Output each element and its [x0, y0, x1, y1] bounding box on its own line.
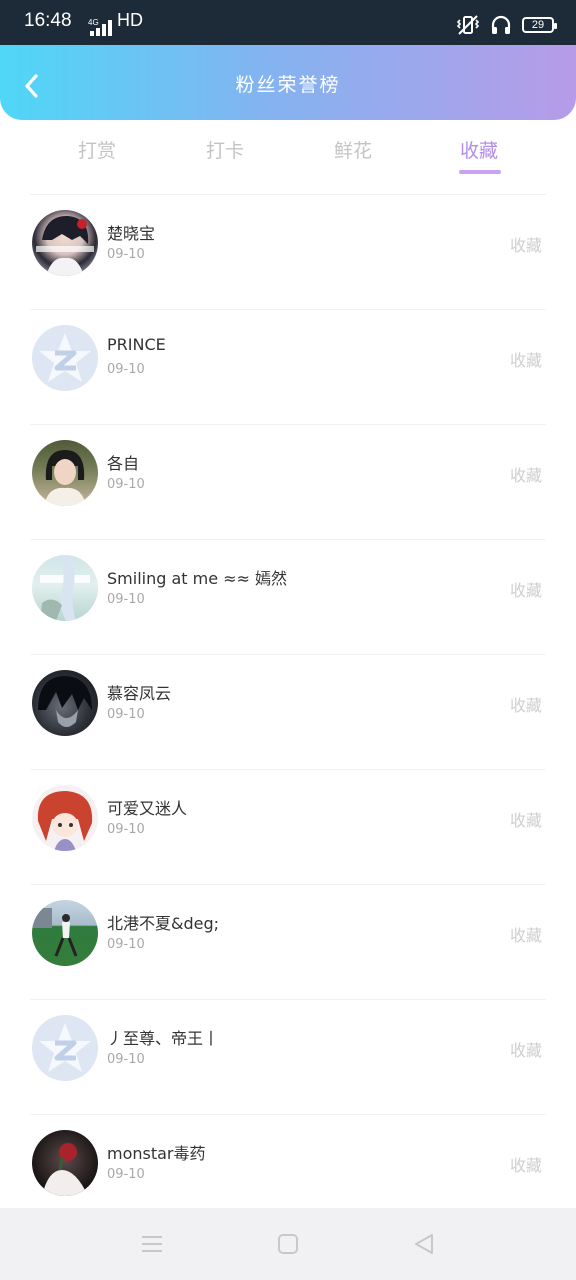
- action-label[interactable]: 收藏: [510, 232, 542, 256]
- vibrate-icon: [456, 15, 480, 35]
- date: 09-10: [107, 822, 145, 837]
- active-tab-indicator: [459, 170, 501, 174]
- avatar: [32, 670, 98, 736]
- list-item[interactable]: PRINCE 09-10 收藏: [0, 310, 576, 425]
- back-icon[interactable]: [411, 1232, 437, 1256]
- date: 09-10: [107, 937, 145, 952]
- avatar: [32, 440, 98, 506]
- menu-icon[interactable]: [139, 1232, 165, 1256]
- list-item[interactable]: 可爱又迷人 09-10 收藏: [0, 770, 576, 885]
- hd-indicator: HD: [117, 10, 143, 30]
- date: 09-10: [107, 1052, 145, 1067]
- action-label[interactable]: 收藏: [510, 577, 542, 601]
- avatar: [32, 210, 98, 276]
- action-label[interactable]: 收藏: [510, 807, 542, 831]
- battery-icon: 29: [522, 17, 557, 33]
- signal-icon: [90, 20, 116, 36]
- action-label[interactable]: 收藏: [510, 462, 542, 486]
- page-title: 粉丝荣誉榜: [235, 74, 341, 96]
- tab-reward[interactable]: 打赏: [78, 136, 116, 163]
- user-name: 北港不夏&deg;: [107, 914, 220, 933]
- date: 09-10: [107, 477, 145, 492]
- action-label[interactable]: 收藏: [510, 692, 542, 716]
- date: 09-10: [107, 707, 145, 722]
- list-item[interactable]: 慕容凤云 09-10 收藏: [0, 655, 576, 770]
- date: 09-10: [107, 1167, 145, 1182]
- avatar: [32, 1130, 98, 1196]
- date: 09-10: [107, 592, 145, 607]
- user-name: 丿至尊、帝王丨: [107, 1029, 220, 1048]
- avatar: [32, 555, 98, 621]
- fan-list: 楚晓宝 09-10 收藏 PRINCE 09-10 收藏 各自 09-10 收藏: [0, 195, 576, 1230]
- home-icon[interactable]: [275, 1232, 301, 1256]
- date: 09-10: [107, 247, 145, 262]
- action-label[interactable]: 收藏: [510, 347, 542, 371]
- action-label[interactable]: 收藏: [510, 1037, 542, 1061]
- headphones-icon: [491, 15, 511, 34]
- user-name: 楚晓宝: [107, 224, 156, 243]
- user-name: 慕容凤云: [107, 684, 172, 703]
- action-label[interactable]: 收藏: [510, 1152, 542, 1176]
- default-avatar-icon: [32, 1015, 98, 1081]
- list-item[interactable]: 丿至尊、帝王丨 09-10 收藏: [0, 1000, 576, 1115]
- list-item[interactable]: 楚晓宝 09-10 收藏: [0, 195, 576, 310]
- list-item[interactable]: 各自 09-10 收藏: [0, 425, 576, 540]
- tab-favorites[interactable]: 收藏: [460, 136, 498, 163]
- avatar: [32, 900, 98, 966]
- user-name: monstar毒药: [107, 1144, 206, 1163]
- status-time: 16:48: [24, 10, 72, 31]
- avatar: [32, 785, 98, 851]
- list-item[interactable]: 北港不夏&deg; 09-10 收藏: [0, 885, 576, 1000]
- date: 09-10: [107, 362, 145, 377]
- system-nav-bar: [0, 1208, 576, 1280]
- user-name: 可爱又迷人: [107, 799, 188, 818]
- tab-checkin[interactable]: 打卡: [206, 136, 244, 163]
- status-bar: 16:48 4G HD 29: [0, 0, 576, 45]
- list-item[interactable]: Smiling at me ≈≈ 嫣然 09-10 收藏: [0, 540, 576, 655]
- default-avatar-icon: [32, 325, 98, 391]
- user-name: PRINCE: [107, 335, 166, 354]
- action-label[interactable]: 收藏: [510, 922, 542, 946]
- user-name: Smiling at me ≈≈ 嫣然: [107, 569, 288, 588]
- user-name: 各自: [107, 454, 140, 473]
- header: 16:48 4G HD 29 粉丝荣誉榜: [0, 0, 576, 120]
- tab-flowers[interactable]: 鲜花: [334, 136, 372, 163]
